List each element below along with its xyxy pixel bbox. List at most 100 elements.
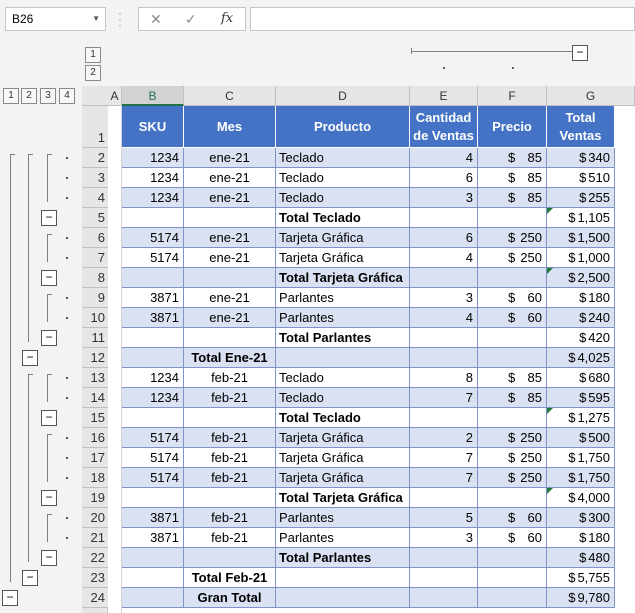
cell-total[interactable]: $255 <box>547 188 615 208</box>
insert-function-icon[interactable]: fx <box>221 10 233 28</box>
cell-precio[interactable]: $250 <box>478 428 547 448</box>
cell-mes[interactable] <box>184 328 276 348</box>
cell-sku[interactable]: 3871 <box>122 528 184 548</box>
cell-sku[interactable]: 1234 <box>122 168 184 188</box>
row-collapse-button[interactable]: − <box>22 570 38 586</box>
column-level-1-button[interactable]: 1 <box>85 47 101 63</box>
row-collapse-button[interactable]: − <box>41 210 57 226</box>
cell-producto[interactable]: Teclado <box>276 388 410 408</box>
cell-cantidad[interactable]: 4 <box>410 248 478 268</box>
row-collapse-button[interactable]: − <box>2 590 18 606</box>
cell-mes[interactable]: ene-21 <box>184 248 276 268</box>
cell-sku[interactable]: 5174 <box>122 248 184 268</box>
cell-producto[interactable]: Parlantes <box>276 288 410 308</box>
cell-precio[interactable] <box>478 488 547 508</box>
cell-cantidad[interactable] <box>410 408 478 428</box>
cell-sku[interactable] <box>122 408 184 428</box>
row-collapse-button[interactable]: − <box>41 550 57 566</box>
cell-sku[interactable]: 5174 <box>122 448 184 468</box>
header-cantidad[interactable]: Cantidad de Ventas <box>410 106 478 148</box>
cell-total[interactable]: $180 <box>547 288 615 308</box>
column-header-c[interactable]: C <box>184 86 276 106</box>
row-header-10[interactable]: 10 <box>82 308 108 328</box>
cell-producto[interactable] <box>276 348 410 368</box>
cell-mes[interactable]: feb-21 <box>184 468 276 488</box>
cell-producto[interactable]: Total Teclado <box>276 208 410 228</box>
cell-producto[interactable]: Tarjeta Gráfica <box>276 228 410 248</box>
cell-producto[interactable] <box>276 588 410 608</box>
cell-cantidad[interactable] <box>410 348 478 368</box>
row-header-3[interactable]: 3 <box>82 168 108 188</box>
cell-mes[interactable]: ene-21 <box>184 228 276 248</box>
cell-mes[interactable]: feb-21 <box>184 448 276 468</box>
cell-producto[interactable]: Total Parlantes <box>276 328 410 348</box>
cell-mes[interactable] <box>184 488 276 508</box>
cell-sku[interactable]: 1234 <box>122 388 184 408</box>
cell-cantidad[interactable] <box>410 208 478 228</box>
cell-sku[interactable] <box>122 568 184 588</box>
cell-cantidad[interactable]: 7 <box>410 388 478 408</box>
row-header-11[interactable]: 11 <box>82 328 108 348</box>
cell-precio[interactable]: $60 <box>478 308 547 328</box>
error-indicator-icon[interactable] <box>547 408 553 414</box>
cell-precio[interactable] <box>478 408 547 428</box>
cell-cantidad[interactable]: 2 <box>410 428 478 448</box>
row-header-17[interactable]: 17 <box>82 448 108 468</box>
cell-cantidad[interactable]: 3 <box>410 528 478 548</box>
cell-total[interactable]: $340 <box>547 148 615 168</box>
cell-cantidad[interactable]: 5 <box>410 508 478 528</box>
cell-mes[interactable]: feb-21 <box>184 388 276 408</box>
cell-sku[interactable]: 3871 <box>122 508 184 528</box>
cell-producto[interactable]: Total Tarjeta Gráfica <box>276 488 410 508</box>
cell-total[interactable]: $1,750 <box>547 448 615 468</box>
cell-cantidad[interactable]: 3 <box>410 288 478 308</box>
cell-sku[interactable] <box>122 328 184 348</box>
row-header-16[interactable]: 16 <box>82 428 108 448</box>
row-header-9[interactable]: 9 <box>82 288 108 308</box>
cell-precio[interactable]: $85 <box>478 388 547 408</box>
cell-cantidad[interactable] <box>410 268 478 288</box>
cell-producto[interactable]: Teclado <box>276 168 410 188</box>
cell-precio[interactable] <box>478 568 547 588</box>
cell-producto[interactable]: Parlantes <box>276 528 410 548</box>
row-level-1-button[interactable]: 1 <box>3 88 19 104</box>
cell-precio[interactable]: $60 <box>478 508 547 528</box>
row-level-4-button[interactable]: 4 <box>59 88 75 104</box>
row-header-7[interactable]: 7 <box>82 248 108 268</box>
cell-total[interactable]: $1,275 <box>547 408 615 428</box>
cell-total[interactable]: $5,755 <box>547 568 615 588</box>
cell-cantidad[interactable] <box>410 568 478 588</box>
chevron-down-icon[interactable]: ▼ <box>92 8 100 30</box>
cell-sku[interactable]: 5174 <box>122 228 184 248</box>
cell-mes[interactable] <box>184 548 276 568</box>
row-header-6[interactable]: 6 <box>82 228 108 248</box>
cell-producto[interactable]: Total Tarjeta Gráfica <box>276 268 410 288</box>
cell-sku[interactable] <box>122 588 184 608</box>
cell-precio[interactable]: $250 <box>478 468 547 488</box>
cell-producto[interactable]: Parlantes <box>276 508 410 528</box>
row-header-18[interactable]: 18 <box>82 468 108 488</box>
cell-producto[interactable]: Tarjeta Gráfica <box>276 468 410 488</box>
column-collapse-button[interactable]: − <box>572 45 588 61</box>
cell-mes[interactable] <box>184 208 276 228</box>
cell-cantidad[interactable]: 6 <box>410 168 478 188</box>
cell-sku[interactable] <box>122 548 184 568</box>
row-collapse-button[interactable]: − <box>41 410 57 426</box>
row-level-3-button[interactable]: 3 <box>40 88 56 104</box>
cell-total[interactable]: $1,750 <box>547 468 615 488</box>
cell-producto[interactable] <box>276 568 410 588</box>
column-header-g[interactable]: G <box>547 86 635 106</box>
row-header-22[interactable]: 22 <box>82 548 108 568</box>
cell-total[interactable]: $510 <box>547 168 615 188</box>
cell-precio[interactable]: $85 <box>478 368 547 388</box>
cell-precio[interactable]: $250 <box>478 448 547 468</box>
cell-sku[interactable] <box>122 488 184 508</box>
row-header-1[interactable]: 1 <box>82 106 108 148</box>
cell-producto[interactable]: Teclado <box>276 368 410 388</box>
formula-input[interactable] <box>250 7 635 31</box>
cell-mes[interactable]: feb-21 <box>184 528 276 548</box>
row-header-19[interactable]: 19 <box>82 488 108 508</box>
cell-mes[interactable] <box>184 268 276 288</box>
row-header-2[interactable]: 2 <box>82 148 108 168</box>
cell-mes[interactable]: Total Ene-21 <box>184 348 276 368</box>
